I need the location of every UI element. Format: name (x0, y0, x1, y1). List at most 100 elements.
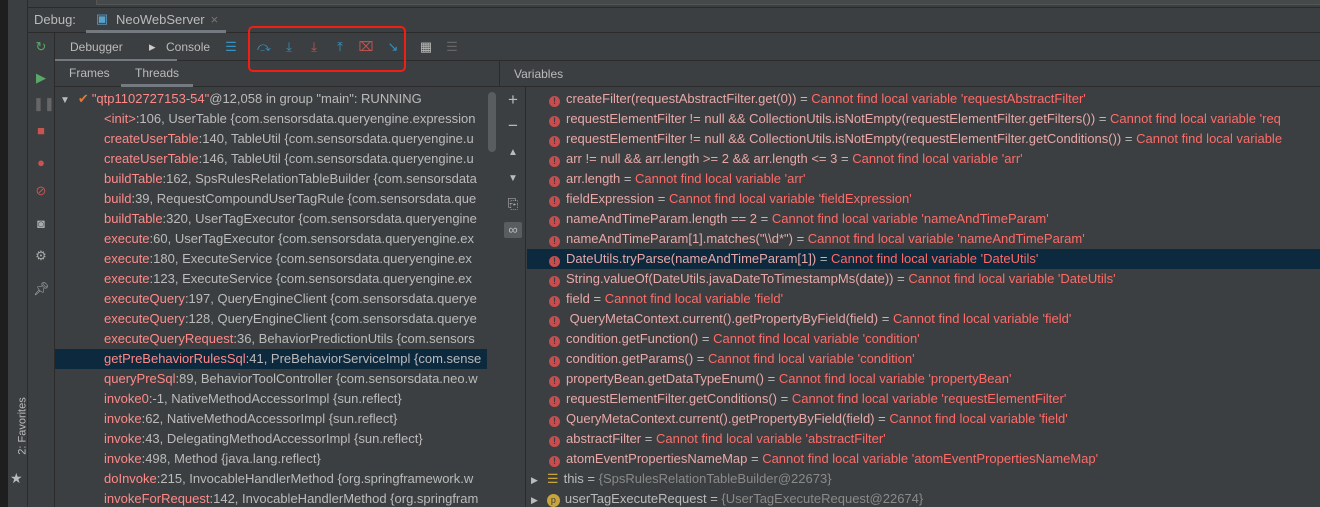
frames-scrollbar[interactable] (488, 92, 496, 152)
frame-row[interactable]: executeQuery:128, QueryEngineClient {com… (55, 309, 487, 329)
frame-method: queryPreSql (104, 371, 176, 386)
watch-row[interactable]: ! requestElementFilter != null && Collect… (527, 129, 1320, 149)
watch-error: Cannot find local variable 'req (1110, 111, 1281, 126)
watch-row[interactable]: ! requestElementFilter.getConditions() = … (527, 389, 1320, 409)
debug-actions: ↻ ▶ ❚❚ ■ ● ⊘ ◙ ⚙ 📌︎ (28, 33, 55, 507)
watch-error: Cannot find local variable 'arr' (852, 151, 1023, 166)
tab-debugger[interactable]: Debugger (70, 40, 123, 54)
frame-row[interactable]: invoke:43, DelegatingMethodAccessorImpl … (55, 429, 487, 449)
settings-icon[interactable]: ⚙ (33, 248, 49, 264)
pause-icon[interactable]: ❚❚ (33, 96, 55, 112)
frame-row[interactable]: <init>:106, UserTable {com.sensorsdata.q… (55, 109, 487, 129)
watch-row[interactable]: ! nameAndTimeParam[1].matches("\\d*") = C… (527, 229, 1320, 249)
variable-row[interactable]: ▶ ☰ this = {SpsRulesRelationTableBuilder@2… (527, 469, 1320, 489)
variable-row[interactable]: ▶ p userTagExecuteRequest = {UserTagExecut… (527, 489, 1320, 507)
watch-row[interactable]: ! atomEventPropertiesNameMap = Cannot fin… (527, 449, 1320, 469)
watch-row[interactable]: ! requestElementFilter != null && Collect… (527, 109, 1320, 129)
frame-location: :140, TableUtil {com.sensorsdata.queryen… (198, 131, 474, 146)
watch-expression: field (566, 291, 590, 306)
rerun-icon[interactable]: ↻ (33, 39, 49, 55)
pin-icon[interactable]: 📌︎ (33, 281, 50, 297)
watch-row[interactable]: ! String.valueOf(DateUtils.javaDateToTime… (527, 269, 1320, 289)
error-icon: ! (549, 176, 560, 187)
frame-row[interactable]: queryPreSql:89, BehaviorToolController {… (55, 369, 487, 389)
frame-location: :128, QueryEngineClient {com.sensorsdata… (184, 311, 477, 326)
tab-console[interactable]: Console (166, 40, 210, 54)
session-tab[interactable]: ▣ NeoWebServer × (86, 8, 227, 33)
frame-method: executeQuery (104, 291, 185, 306)
watch-row[interactable]: ! arr.length = Cannot find local variable… (527, 169, 1320, 189)
move-up-icon[interactable]: ▲ (505, 145, 521, 161)
evaluate-expression-icon[interactable]: ▦ (418, 39, 434, 55)
watch-expression: atomEventPropertiesNameMap (566, 451, 748, 466)
watch-error: Cannot find local variable 'fieldExpress… (668, 191, 912, 206)
view-breakpoints-icon[interactable]: ● (33, 155, 49, 171)
variables-list: ! createFilter(requestAbstractFilter.get(… (527, 87, 1320, 507)
watches-glasses-icon[interactable]: ∞ (504, 222, 522, 238)
frame-row[interactable]: execute:60, UserTagExecutor {com.sensors… (55, 229, 487, 249)
frame-location: :89, BehaviorToolController {com.sensors… (175, 371, 478, 386)
frame-row[interactable]: execute:180, ExecuteService {com.sensors… (55, 249, 487, 269)
variable-name: userTagExecuteRequest (564, 491, 707, 506)
watch-row[interactable]: ! field = Cannot find local variable 'fie… (527, 289, 1320, 309)
stop-icon[interactable]: ■ (33, 123, 49, 139)
frame-row[interactable]: invoke:62, NativeMethodAccessorImpl {sun… (55, 409, 487, 429)
frame-row[interactable]: createUserTable:146, TableUtil {com.sens… (55, 149, 487, 169)
watch-row[interactable]: ! propertyBean.getDataTypeEnum() = Cannot… (527, 369, 1320, 389)
frame-row[interactable]: execute:123, ExecuteService {com.sensors… (55, 269, 487, 289)
frame-row[interactable]: invoke0:-1, NativeMethodAccessorImpl {su… (55, 389, 487, 409)
frame-location: :142, InvocableHandlerMethod {org.spring… (209, 491, 479, 506)
frame-row[interactable]: getPreBehaviorRulesSql:41, PreBehaviorSe… (55, 349, 487, 369)
camera-icon[interactable]: ◙ (33, 216, 49, 232)
copy-icon[interactable]: ⎘ (505, 196, 521, 212)
watch-expression: QueryMetaContext.current().getPropertyBy… (566, 411, 875, 426)
close-icon[interactable]: × (211, 12, 219, 27)
watch-row[interactable]: ! condition.getFunction() = Cannot find l… (527, 329, 1320, 349)
frame-method: createUserTable (104, 151, 199, 166)
add-watch-icon[interactable]: + (505, 91, 521, 108)
watch-error: Cannot find local variable 'condition' (708, 351, 915, 366)
watch-row[interactable]: ! condition.getParams() = Cannot find loc… (527, 349, 1320, 369)
frame-row[interactable]: buildTable:162, SpsRulesRelationTableBui… (55, 169, 487, 189)
watch-row[interactable]: ! QueryMetaContext.current().getPropertyB… (527, 409, 1320, 429)
watch-row[interactable]: ! arr != null && arr.length >= 2 && arr.l… (527, 149, 1320, 169)
frame-row[interactable]: buildTable:320, UserTagExecutor {com.sen… (55, 209, 487, 229)
frame-location: :320, UserTagExecutor {com.sensorsdata.q… (162, 211, 477, 226)
watch-row[interactable]: ! fieldExpression = Cannot find local var… (527, 189, 1320, 209)
menu-icon[interactable]: ☰ (223, 39, 239, 55)
frame-method: createUserTable (104, 131, 199, 146)
watch-row[interactable]: ! nameAndTimeParam.length == 2 = Cannot f… (527, 209, 1320, 229)
favorites-tab[interactable]: 2: Favorites (17, 397, 29, 454)
frame-row[interactable]: executeQueryRequest:36, BehaviorPredicti… (55, 329, 487, 349)
watch-row[interactable]: ! abstractFilter = Cannot find local vari… (527, 429, 1320, 449)
thread-row[interactable]: ▼ ✔ "qtp1102727153-54"@12,058 in group "ma… (55, 89, 487, 109)
trace-icon[interactable]: ☰ (444, 39, 460, 55)
frame-row[interactable]: executeQuery:197, QueryEngineClient {com… (55, 289, 487, 309)
frame-row[interactable]: doInvoke:215, InvocableHandlerMethod {or… (55, 469, 487, 489)
error-icon: ! (549, 296, 560, 307)
window-edge (0, 0, 8, 507)
top-bar (28, 0, 1320, 8)
frame-row[interactable]: createUserTable:140, TableUtil {com.sens… (55, 129, 487, 149)
field-icon: ☰ (546, 471, 559, 486)
move-down-icon[interactable]: ▼ (505, 171, 521, 187)
expand-arrow-icon[interactable]: ▼ (60, 95, 70, 106)
watch-row[interactable]: ! QueryMetaContext.current().getProperty… (527, 309, 1320, 329)
frame-method: execute (104, 231, 150, 246)
frame-location: :41, PreBehaviorServiceImpl {com.sense (245, 351, 482, 366)
remove-watch-icon[interactable]: − (505, 117, 521, 134)
watch-expression: arr != null && arr.length >= 2 && arr.le… (566, 151, 838, 166)
frame-row[interactable]: invoke:498, Method {java.lang.reflect} (55, 449, 487, 469)
watch-row[interactable]: ! DateUtils.tryParse(nameAndTimeParam[1])… (527, 249, 1320, 269)
frame-location: :39, RequestCompoundUserTagRule {com.sen… (131, 191, 477, 206)
resume-icon[interactable]: ▶ (33, 70, 49, 86)
tab-frames[interactable]: Frames (55, 61, 124, 87)
frame-row[interactable]: build:39, RequestCompoundUserTagRule {co… (55, 189, 487, 209)
watch-row[interactable]: ! createFilter(requestAbstractFilter.get(… (527, 89, 1320, 109)
frame-row[interactable]: invokeForRequest:142, InvocableHandlerMe… (55, 489, 487, 507)
tab-threads[interactable]: Threads (121, 61, 194, 87)
expand-arrow-icon[interactable]: ▶ (531, 475, 538, 485)
watch-expression: arr.length (566, 171, 621, 186)
expand-arrow-icon[interactable]: ▶ (531, 495, 538, 505)
mute-breakpoints-icon[interactable]: ⊘ (33, 183, 49, 199)
